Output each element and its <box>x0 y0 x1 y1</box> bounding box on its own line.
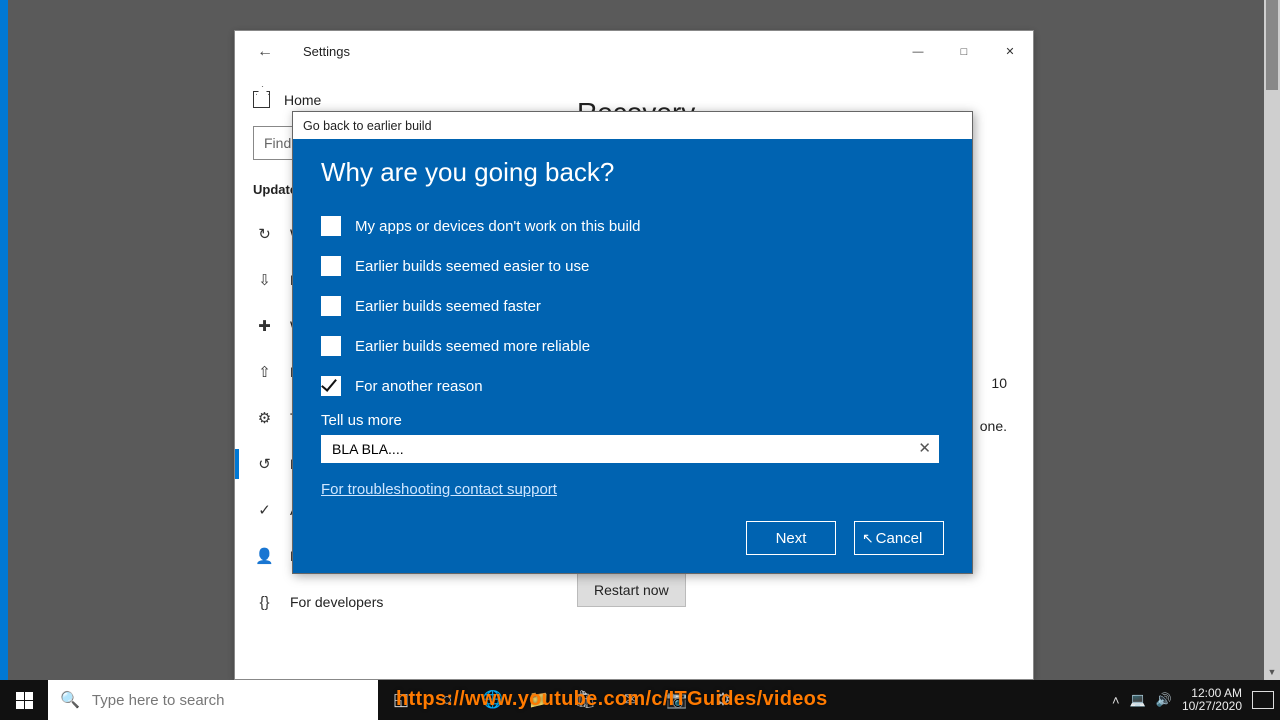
sidebar-home[interactable]: Home <box>253 91 541 108</box>
tray-chevron-icon[interactable]: ˄ <box>1112 693 1120 708</box>
partial-text: 10 one. <box>980 373 1007 437</box>
clock-date: 10/27/2020 <box>1182 700 1242 713</box>
settings-titlebar[interactable]: ← Settings ― □ ✕ <box>235 31 1033 73</box>
check-icon: ✓ <box>255 501 274 519</box>
search-icon: 🔍 <box>60 690 80 710</box>
checkbox-icon[interactable] <box>321 296 341 316</box>
checkbox-icon[interactable] <box>321 216 341 236</box>
home-label: Home <box>284 92 321 108</box>
wrench-icon: ⚙ <box>255 409 274 427</box>
tell-us-more-input[interactable] <box>321 435 939 463</box>
system-tray[interactable]: ˄ 💻 🔊 12:00 AM 10/27/2020 <box>1112 680 1280 720</box>
next-label: Next <box>776 530 807 547</box>
photos-icon[interactable]: 📷 <box>654 680 700 720</box>
partial-text-2: one. <box>980 416 1007 437</box>
option-easier[interactable]: Earlier builds seemed easier to use <box>321 246 944 286</box>
close-button[interactable]: ✕ <box>987 31 1033 73</box>
option-apps-dont-work[interactable]: My apps or devices don't work on this bu… <box>321 206 944 246</box>
option-label: Earlier builds seemed easier to use <box>355 258 589 275</box>
dev-icon: {} <box>255 594 274 611</box>
option-label: Earlier builds seemed more reliable <box>355 338 590 355</box>
mail-icon[interactable]: ✉ <box>608 680 654 720</box>
restart-now-button[interactable]: Restart now <box>577 573 686 607</box>
settings-title: Settings <box>303 44 350 59</box>
shield-icon: ✚ <box>255 317 274 335</box>
dialog-title[interactable]: Go back to earlier build <box>293 112 972 139</box>
recovery-icon: ↺ <box>255 455 274 473</box>
back-button[interactable]: ← <box>251 39 279 65</box>
window-left-edge <box>0 0 8 680</box>
action-center-icon[interactable] <box>1252 691 1274 709</box>
browser-icon[interactable]: 🌐 <box>470 680 516 720</box>
clock[interactable]: 12:00 AM 10/27/2020 <box>1182 687 1242 713</box>
scroll-thumb[interactable] <box>1266 0 1278 90</box>
windows-logo-icon <box>16 692 33 709</box>
volume-icon[interactable]: 🔊 <box>1156 692 1172 708</box>
clear-input-icon[interactable]: ✕ <box>918 439 931 457</box>
option-reliable[interactable]: Earlier builds seemed more reliable <box>321 326 944 366</box>
delivery-icon: ⇩ <box>255 271 274 289</box>
taskbar-search[interactable]: 🔍 Type here to search <box>48 680 378 720</box>
partial-text-1: 10 <box>980 373 1007 394</box>
cursor-icon: ↖ <box>862 530 874 547</box>
sync-icon: ↻ <box>255 225 274 243</box>
backup-icon: ⇧ <box>255 363 274 381</box>
scroll-down-icon[interactable]: ▼ <box>1264 664 1280 680</box>
cancel-label: Cancel <box>876 530 923 547</box>
minimize-button[interactable]: ― <box>895 31 941 73</box>
settings-taskbar-icon[interactable]: ⚙ <box>700 680 746 720</box>
tell-us-more-label: Tell us more <box>321 412 944 429</box>
outer-scrollbar[interactable]: ▲ ▼ <box>1264 0 1280 680</box>
option-another-reason[interactable]: For another reason <box>321 366 944 406</box>
checkbox-checked-icon[interactable] <box>321 376 341 396</box>
maximize-button[interactable]: □ <box>941 31 987 73</box>
location-icon: 👤 <box>255 547 274 565</box>
option-faster[interactable]: Earlier builds seemed faster <box>321 286 944 326</box>
option-label: For another reason <box>355 378 483 395</box>
option-label: My apps or devices don't work on this bu… <box>355 218 641 235</box>
task-view-icon[interactable]: ◱ <box>378 680 424 720</box>
go-back-dialog: Go back to earlier build Why are you goi… <box>292 111 973 574</box>
home-icon <box>253 91 270 108</box>
dialog-heading: Why are you going back? <box>321 157 944 188</box>
network-icon[interactable]: 💻 <box>1130 692 1146 708</box>
start-button[interactable] <box>0 680 48 720</box>
option-label: Earlier builds seemed faster <box>355 298 541 315</box>
taskbar[interactable]: 🔍 Type here to search ◱ ○ 🌐 📁 🛍 ✉ 📷 ⚙ ht… <box>0 680 1280 720</box>
contact-support-link[interactable]: For troubleshooting contact support <box>321 481 944 498</box>
explorer-icon[interactable]: 📁 <box>516 680 562 720</box>
cortana-icon[interactable]: ○ <box>424 680 470 720</box>
checkbox-icon[interactable] <box>321 336 341 356</box>
cancel-button[interactable]: ↖ Cancel <box>854 521 944 555</box>
nav-label: For developers <box>290 594 383 610</box>
search-placeholder: Type here to search <box>92 692 225 709</box>
sidebar-item-for-developers[interactable]: {} For developers <box>253 579 541 625</box>
checkbox-icon[interactable] <box>321 256 341 276</box>
next-button[interactable]: Next <box>746 521 836 555</box>
taskbar-apps: ◱ ○ 🌐 📁 🛍 ✉ 📷 ⚙ <box>378 680 746 720</box>
store-icon[interactable]: 🛍 <box>562 680 608 720</box>
